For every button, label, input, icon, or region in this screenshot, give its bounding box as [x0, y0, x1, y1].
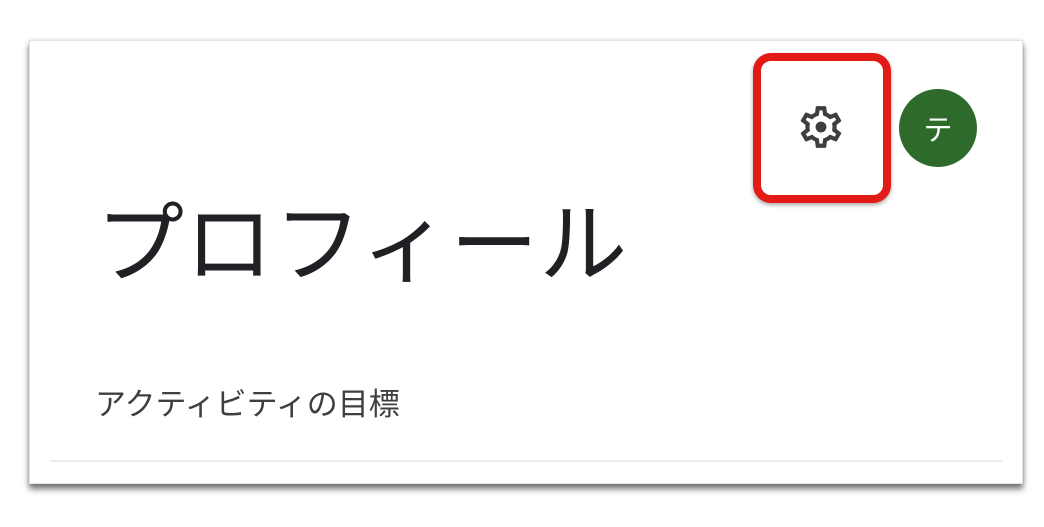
- divider: [50, 460, 1002, 462]
- settings-button[interactable]: [792, 98, 850, 156]
- page-title: プロフィール: [96, 193, 629, 296]
- activity-goals-label[interactable]: アクティビティの目標: [95, 379, 400, 424]
- avatar[interactable]: テ: [899, 89, 977, 167]
- avatar-initial: テ: [923, 113, 953, 147]
- profile-card: テ プロフィール アクティビティの目標: [29, 40, 1023, 484]
- gear-icon: [800, 106, 842, 148]
